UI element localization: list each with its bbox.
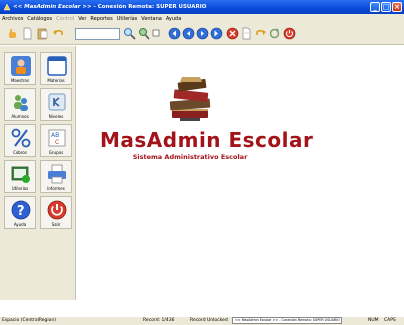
tile-niveles[interactable]: Niveles	[40, 88, 72, 121]
tile-alumnos[interactable]: Alumnos	[4, 88, 36, 121]
search-input[interactable]	[75, 28, 120, 40]
document-icon[interactable]	[240, 27, 253, 40]
new-document-icon[interactable]	[21, 27, 34, 40]
hand-tool-icon[interactable]	[6, 27, 19, 40]
zoom-icon[interactable]	[137, 27, 150, 40]
menu-ver[interactable]: Ver	[78, 16, 86, 22]
close-button[interactable]: ×	[392, 2, 402, 12]
first-record-icon[interactable]	[168, 27, 181, 40]
menu-reportes[interactable]: Reportes	[90, 16, 112, 22]
last-record-icon[interactable]	[210, 27, 223, 40]
menu-archivos[interactable]: Archivos	[2, 16, 23, 22]
app-icon	[3, 3, 11, 11]
redo-icon[interactable]	[254, 27, 267, 40]
svg-text:C: C	[55, 139, 59, 146]
tile-ayuda[interactable]: ? Ayuda	[4, 196, 36, 229]
delete-record-icon[interactable]	[226, 27, 239, 40]
printer-icon	[48, 164, 66, 184]
undo-icon[interactable]	[52, 27, 65, 40]
refresh-icon[interactable]	[268, 27, 281, 40]
tile-informes[interactable]: Informes	[40, 160, 72, 193]
books-logo-icon	[169, 77, 211, 121]
status-record: Record: 1/436	[143, 318, 175, 323]
exit-icon[interactable]	[283, 27, 296, 40]
menu-catalogos[interactable]: Catálogos	[27, 16, 52, 22]
menu-control[interactable]: Control	[56, 16, 74, 22]
status-unlock: Record Unlocked	[190, 318, 228, 323]
svg-text:AB: AB	[51, 132, 59, 139]
status-caps: CAPS	[384, 318, 396, 323]
students-icon	[14, 95, 28, 111]
window-icon	[47, 56, 67, 76]
status-window-box: << MasAdmin Escolar >> - Conexión Remota…	[232, 317, 342, 324]
previous-record-icon[interactable]	[182, 27, 195, 40]
status-bar: Espacio (CentralRegion) Record: 1/436 Re…	[0, 317, 404, 325]
help-icon: ?	[11, 200, 31, 220]
utilities-icon	[11, 166, 30, 183]
tile-grupos[interactable]: AB C Grupos	[40, 124, 72, 157]
app-logo-subtitle: Sistema Administrativo Escolar	[132, 153, 248, 161]
window-title: << MasAdmin Escolar >> - Conexión Remota…	[13, 4, 207, 10]
minimize-button[interactable]: _	[370, 2, 380, 12]
window-small-icon[interactable]	[150, 27, 163, 40]
search-icon[interactable]	[123, 27, 136, 40]
next-record-icon[interactable]	[196, 27, 209, 40]
levels-icon	[48, 93, 66, 111]
paste-icon[interactable]	[36, 27, 49, 40]
tile-cobros[interactable]: Cobros	[4, 124, 36, 157]
menu-ayuda[interactable]: Ayuda	[166, 16, 181, 22]
toolbar	[0, 23, 404, 45]
maximize-button[interactable]: □	[381, 2, 391, 12]
menu-utilerias[interactable]: Utilerías	[117, 16, 138, 22]
tile-maestros[interactable]: Maestros	[4, 52, 36, 85]
power-icon	[47, 200, 67, 220]
tile-salir[interactable]: Salir	[40, 196, 72, 229]
app-logo-title: MasAdmin Escolar	[100, 128, 314, 152]
tile-utilerias[interactable]: Utilerías	[4, 160, 36, 193]
tile-materias[interactable]: Materias	[40, 52, 72, 85]
status-left: Espacio (CentralRegion)	[2, 318, 57, 323]
svg-text:?: ?	[17, 204, 25, 219]
menu-ventana[interactable]: Ventana	[141, 16, 162, 22]
launcher-panel: Maestros Materias Alumnos Niveles Cobros…	[0, 46, 76, 300]
percent-icon	[11, 128, 31, 148]
teacher-icon	[11, 56, 31, 76]
status-num: NUM	[368, 318, 379, 323]
title-bar[interactable]: << MasAdmin Escolar >> - Conexión Remota…	[0, 0, 404, 14]
groups-icon: ABC	[48, 129, 66, 147]
menu-bar: Archivos Catálogos Control Ver Reportes …	[0, 14, 404, 23]
